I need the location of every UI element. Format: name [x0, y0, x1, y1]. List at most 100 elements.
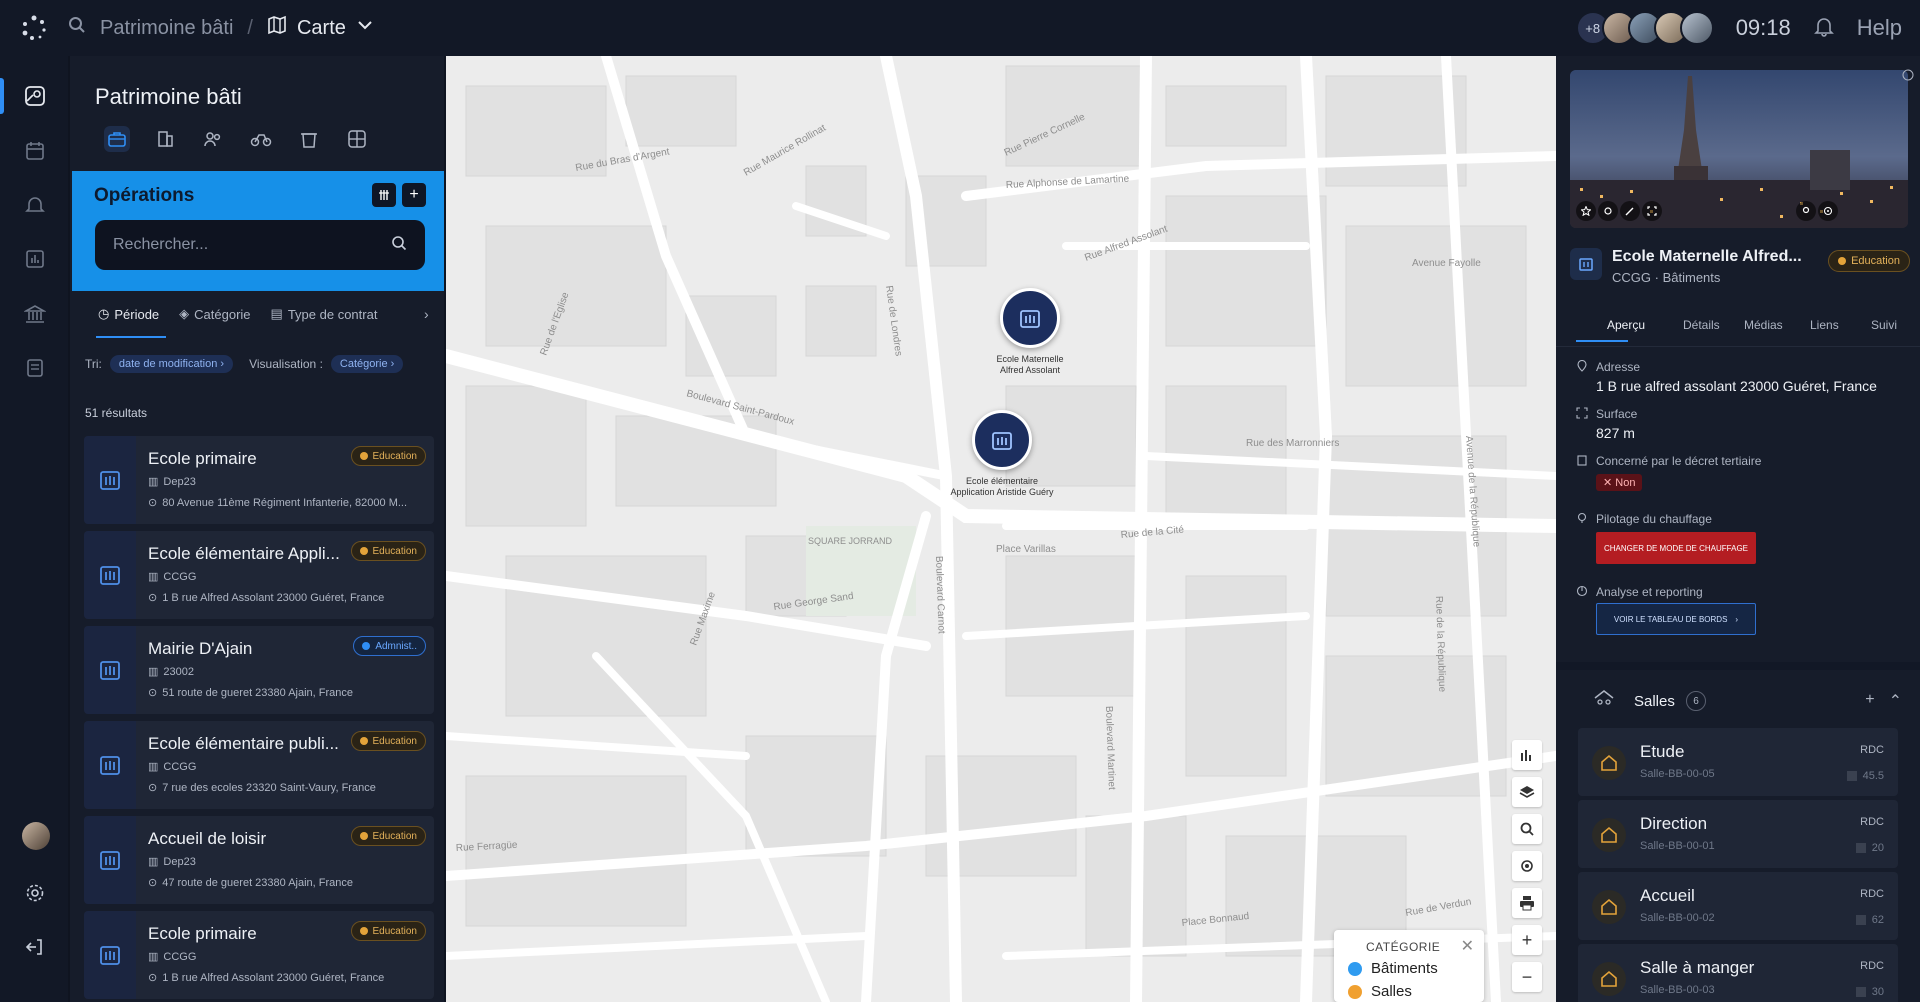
- dashboard-icon[interactable]: [22, 246, 48, 272]
- building-photo[interactable]: [1570, 70, 1908, 228]
- target-icon[interactable]: [1818, 201, 1838, 221]
- building-bank-icon[interactable]: [22, 301, 48, 327]
- map-canvas[interactable]: Rue du Bras d'Argent Rue Maurice Rollina…: [446, 56, 1556, 1002]
- code-value: CCGG: [163, 570, 197, 583]
- logout-icon[interactable]: [22, 934, 48, 960]
- legend-item[interactable]: Salles: [1348, 983, 1470, 1000]
- search-input[interactable]: Rechercher...: [95, 220, 425, 270]
- room-item[interactable]: Salle à manger Salle-BB-00-03 RDC 30: [1578, 944, 1898, 1002]
- view-dashboard-button[interactable]: VOIR LE TABLEAU DE BORDS ›: [1596, 603, 1756, 635]
- filter-label: Période: [114, 306, 160, 322]
- chevron-down-icon[interactable]: [356, 16, 374, 40]
- document-icon[interactable]: [22, 355, 48, 381]
- tab-liens[interactable]: Liens: [1810, 318, 1839, 332]
- map-marker-building[interactable]: [1000, 288, 1060, 348]
- search-icon[interactable]: [68, 16, 86, 40]
- map-nav-icon[interactable]: [22, 83, 48, 109]
- tab-suivi[interactable]: Suivi: [1871, 318, 1897, 332]
- calendar-icon[interactable]: [22, 138, 48, 164]
- filter-type-contrat[interactable]: ▤ Type de contrat: [271, 306, 383, 322]
- list-item[interactable]: Ecole élémentaire Appli... ▥ CCGG ⊙ 1 B rue …: [84, 531, 434, 619]
- tab-apercu[interactable]: Aperçu: [1607, 318, 1645, 332]
- operations-header: Opérations + Rechercher...: [72, 171, 444, 291]
- visualisation-pill[interactable]: Catégorie ›: [330, 355, 404, 373]
- filter-active-underline: [96, 336, 166, 338]
- filter-categorie[interactable]: ◈ Catégorie: [179, 306, 250, 322]
- buildings-icon[interactable]: [152, 126, 178, 152]
- filter-periode[interactable]: ◷ Période: [98, 306, 159, 322]
- tab-medias[interactable]: Médias: [1744, 318, 1783, 332]
- close-icon[interactable]: ✕: [1461, 936, 1474, 956]
- star-icon[interactable]: [1576, 201, 1596, 221]
- breadcrumb-current[interactable]: Carte: [267, 15, 374, 41]
- room-code: Salle-BB-00-01: [1640, 840, 1715, 852]
- map-marker-building[interactable]: [972, 410, 1032, 470]
- address-value: 47 route de gueret 23380 Ajain, France: [162, 876, 354, 889]
- button-label: VOIR LE TABLEAU DE BORDS: [1613, 614, 1728, 624]
- room-size-value: 20: [1871, 842, 1884, 854]
- room-item[interactable]: Etude Salle-BB-00-05 RDC 45.5: [1578, 728, 1898, 796]
- building-icon: [1570, 248, 1602, 280]
- grid-icon[interactable]: [344, 126, 370, 152]
- fullscreen-icon[interactable]: [1642, 201, 1662, 221]
- zoom-out-button[interactable]: −: [1512, 962, 1542, 992]
- tab-active-underline: [1576, 340, 1628, 342]
- breadcrumb-root[interactable]: Patrimoine bâti: [100, 17, 233, 40]
- help-link[interactable]: Help: [1857, 15, 1902, 41]
- list-item[interactable]: Mairie D'Ajain ▥ 23002 ⊙ 51 route de gueret …: [84, 626, 434, 714]
- close-panel-icon[interactable]: [1902, 68, 1914, 86]
- subtitle-type: Bâtiments: [1662, 270, 1721, 285]
- building-icon: [84, 626, 136, 714]
- list-item[interactable]: Accueil de loisir ▥ Dep23 ⊙ 47 route de guer…: [84, 816, 434, 904]
- zoom-search-icon[interactable]: [1512, 814, 1542, 844]
- room-item[interactable]: Direction Salle-BB-00-01 RDC 20: [1578, 800, 1898, 868]
- change-heating-mode-button[interactable]: CHANGER DE MODE DE CHAUFFAGE: [1596, 532, 1756, 564]
- settings-icon[interactable]: [1598, 201, 1618, 221]
- bell-icon[interactable]: [1813, 15, 1835, 42]
- collaborators-avatars[interactable]: +8: [1575, 11, 1714, 45]
- add-room-button[interactable]: +: [1865, 691, 1874, 711]
- print-icon[interactable]: [1512, 888, 1542, 918]
- room-size: 30: [1855, 986, 1884, 998]
- list-item[interactable]: Ecole primaire ▥ CCGG ⊙ 1 B rue Alfred Assol…: [84, 911, 434, 999]
- zoom-in-button[interactable]: +: [1512, 925, 1542, 955]
- briefcase-icon[interactable]: [104, 126, 130, 152]
- item-code: ▥ Dep23: [148, 475, 196, 489]
- users-icon[interactable]: [200, 126, 226, 152]
- add-button[interactable]: +: [402, 183, 426, 207]
- list-item[interactable]: Ecole élémentaire publi... ▥ CCGG ⊙ 7 rue de…: [84, 721, 434, 809]
- sort-pill[interactable]: date de modification ›: [109, 355, 234, 373]
- map-view[interactable]: Rue du Bras d'Argent Rue Maurice Rollina…: [446, 56, 1556, 1002]
- legend-item[interactable]: Bâtiments: [1348, 960, 1470, 977]
- decret-field: Concerné par le décret tertiaire ✕ Non: [1576, 454, 1906, 494]
- marker-label-line: Ecole élémentaire: [965, 476, 1039, 486]
- tab-details[interactable]: Détails: [1683, 318, 1720, 332]
- user-avatar[interactable]: [22, 822, 50, 850]
- subtitle-separator: ·: [1654, 270, 1659, 285]
- item-address: ⊙ 1 B rue Alfred Assolant 23000 Guéret, F…: [148, 591, 428, 605]
- locate-icon[interactable]: [1512, 851, 1542, 881]
- location-pin-icon[interactable]: [1796, 201, 1816, 221]
- room-name: Etude: [1640, 742, 1685, 761]
- chevron-right-icon[interactable]: ›: [424, 306, 429, 322]
- layers-icon[interactable]: [1512, 777, 1542, 807]
- list-item[interactable]: Ecole primaire ▥ Dep23 ⊙ 80 Avenue 11ème Rég…: [84, 436, 434, 524]
- street-label: Avenue Fayolle: [1412, 258, 1481, 269]
- room-item[interactable]: Accueil Salle-BB-00-02 RDC 62: [1578, 872, 1898, 940]
- bell-nav-icon[interactable]: [22, 192, 48, 218]
- building-icon: [1020, 310, 1040, 328]
- avatar[interactable]: [1679, 11, 1714, 45]
- columns-toggle-button[interactable]: [372, 183, 396, 207]
- edit-icon[interactable]: [1620, 201, 1640, 221]
- item-code: ▥ CCGG: [148, 950, 196, 964]
- chart-icon[interactable]: [1512, 740, 1542, 770]
- badge-dot: [359, 832, 368, 840]
- building-small-icon: ▥: [148, 856, 159, 868]
- app-logo[interactable]: [0, 0, 68, 56]
- bicycle-icon[interactable]: [248, 126, 274, 152]
- chevron-up-icon[interactable]: ⌃: [1889, 691, 1902, 711]
- search-icon[interactable]: [391, 235, 407, 256]
- pin-icon: [1576, 359, 1588, 375]
- gear-icon[interactable]: [22, 880, 48, 906]
- trash-icon[interactable]: [296, 126, 322, 152]
